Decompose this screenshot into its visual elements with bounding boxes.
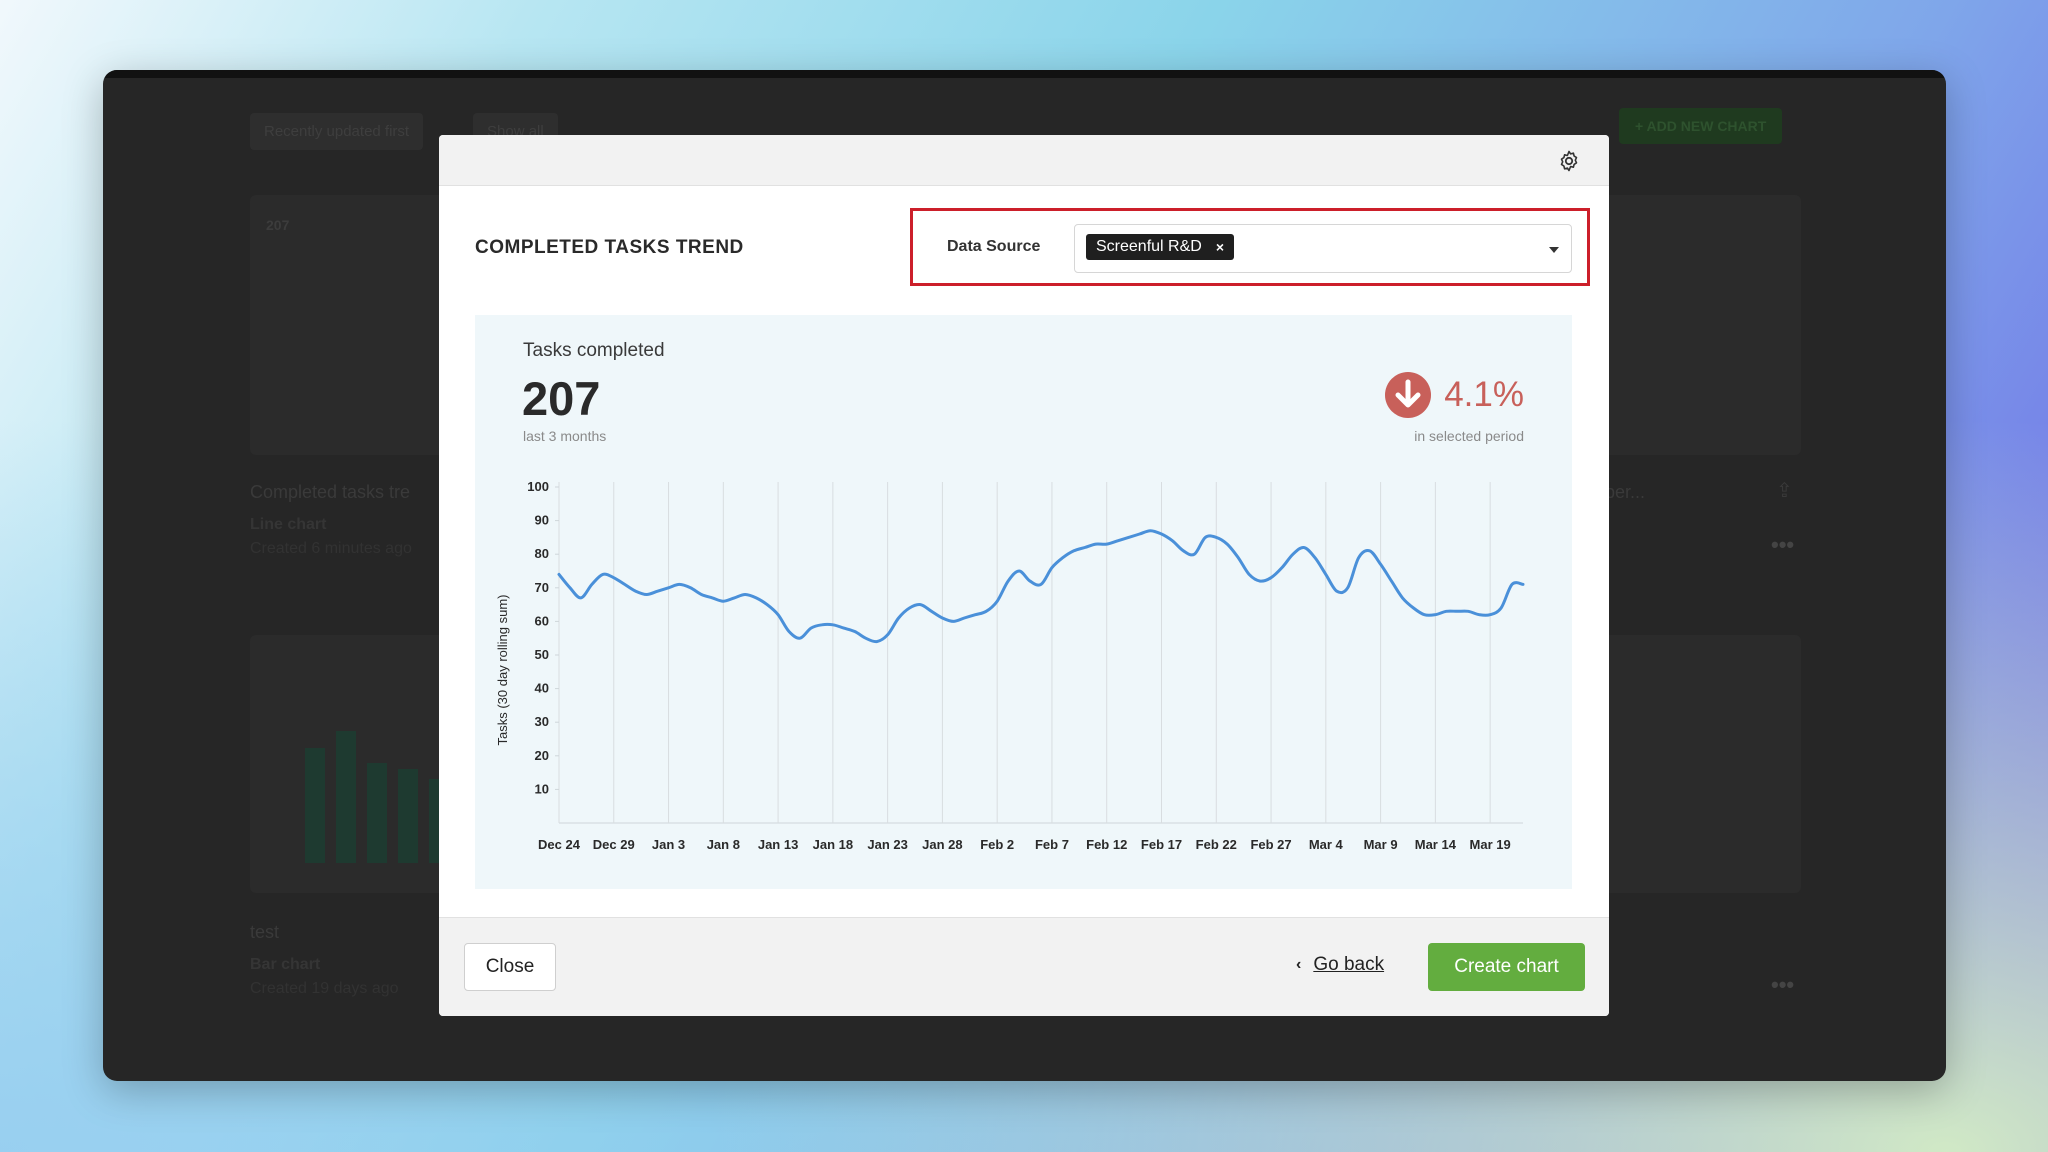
- window-top-strip: [103, 70, 1946, 78]
- bg-card-right-top: [1603, 195, 1801, 455]
- bg-card-meta: Created 19 days ago: [250, 980, 399, 997]
- x-tick-label: Dec 24: [538, 837, 581, 852]
- x-tick-label: Jan 28: [922, 837, 962, 852]
- x-tick-label: Jan 3: [652, 837, 685, 852]
- bg-card-right-title: per...: [1605, 482, 1646, 502]
- bg-card-line: 207: [250, 195, 450, 455]
- y-tick-label: 100: [527, 479, 549, 494]
- create-chart-modal: COMPLETED TASKS TREND Data Source Screen…: [439, 135, 1609, 1016]
- x-tick-label: Feb 12: [1086, 837, 1127, 852]
- modal-header: [439, 135, 1609, 186]
- bg-more-icon: •••: [1771, 972, 1795, 997]
- x-tick-label: Feb 7: [1035, 837, 1069, 852]
- x-tick-label: Jan 18: [813, 837, 853, 852]
- bg-bar: [398, 769, 418, 863]
- data-source-label: Data Source: [947, 238, 1041, 255]
- bg-bar: [367, 763, 387, 863]
- x-tick-label: Mar 9: [1364, 837, 1398, 852]
- line-chart: Dec 24 Dec 29 Jan 3 Jan 8 Jan 13 Jan 18 Jan 23…: [495, 479, 1525, 852]
- go-back-link[interactable]: ‹ Go back: [1296, 954, 1384, 976]
- bg-bar: [336, 731, 356, 863]
- bg-card-right-bottom: [1603, 635, 1801, 893]
- y-tick-label: 10: [535, 781, 549, 796]
- bg-add-chart-button: + ADD NEW CHART: [1619, 108, 1783, 144]
- close-button[interactable]: Close: [464, 943, 556, 991]
- gear-icon[interactable]: [1557, 149, 1581, 173]
- chart-title: COMPLETED TASKS TREND: [475, 237, 744, 258]
- x-tick-label: Dec 29: [593, 837, 635, 852]
- x-tick-label: Mar 14: [1415, 837, 1457, 852]
- modal-footer: Close ‹ Go back Create chart: [439, 917, 1609, 1016]
- bg-card-type: Line chart: [250, 516, 327, 533]
- x-tick-label: Jan 8: [707, 837, 740, 852]
- go-back-label: Go back: [1313, 954, 1385, 975]
- x-tick-label: Feb 27: [1250, 837, 1291, 852]
- data-source-tag: Screenful R&D ×: [1086, 234, 1235, 260]
- y-tick-label: 80: [535, 546, 549, 561]
- x-tick-label: Feb 22: [1196, 837, 1237, 852]
- bg-share-icon: ⇪: [1776, 480, 1793, 502]
- bg-card-title: Completed tasks tre: [250, 482, 411, 502]
- x-tick-label: Mar 4: [1309, 837, 1344, 852]
- data-source-select[interactable]: Screenful R&D ×: [1074, 224, 1572, 273]
- x-tick-label: Mar 19: [1470, 837, 1511, 852]
- y-tick-label: 90: [535, 513, 549, 528]
- data-source-highlight: Data Source Screenful R&D ×: [910, 208, 1590, 286]
- series-line: [557, 529, 1525, 644]
- bg-card-bar: [250, 635, 450, 893]
- x-tick-label: Jan 23: [867, 837, 907, 852]
- chevron-left-icon: ‹: [1296, 956, 1302, 973]
- bg-more-icon: •••: [1771, 532, 1795, 557]
- bg-card-type: Bar chart: [250, 956, 321, 973]
- data-source-tag-label: Screenful R&D: [1096, 238, 1202, 255]
- x-tick-label: Feb 17: [1141, 837, 1182, 852]
- create-chart-button[interactable]: Create chart: [1428, 943, 1585, 991]
- x-tick-label: Jan 13: [758, 837, 798, 852]
- bg-bar: [305, 748, 325, 863]
- y-tick-label: 70: [535, 580, 549, 595]
- chart-preview: Tasks completed 207 last 3 months 4.1% i…: [475, 315, 1572, 889]
- y-tick-label: 60: [535, 613, 549, 628]
- bg-sort-dropdown: Recently updated first: [250, 113, 424, 150]
- x-tick-label: Feb 2: [980, 837, 1014, 852]
- y-tick-label: 40: [535, 681, 549, 696]
- y-tick-label: 30: [535, 714, 549, 729]
- bg-card-title: test: [250, 922, 280, 942]
- y-tick-label: 50: [535, 647, 549, 662]
- chevron-down-icon[interactable]: [1549, 247, 1559, 253]
- remove-tag-icon[interactable]: ×: [1216, 239, 1224, 255]
- y-axis-label: Tasks (30 day rolling sum): [495, 595, 510, 746]
- y-tick-label: 20: [535, 748, 549, 763]
- bg-card-meta: Created 6 minutes ago: [250, 540, 412, 557]
